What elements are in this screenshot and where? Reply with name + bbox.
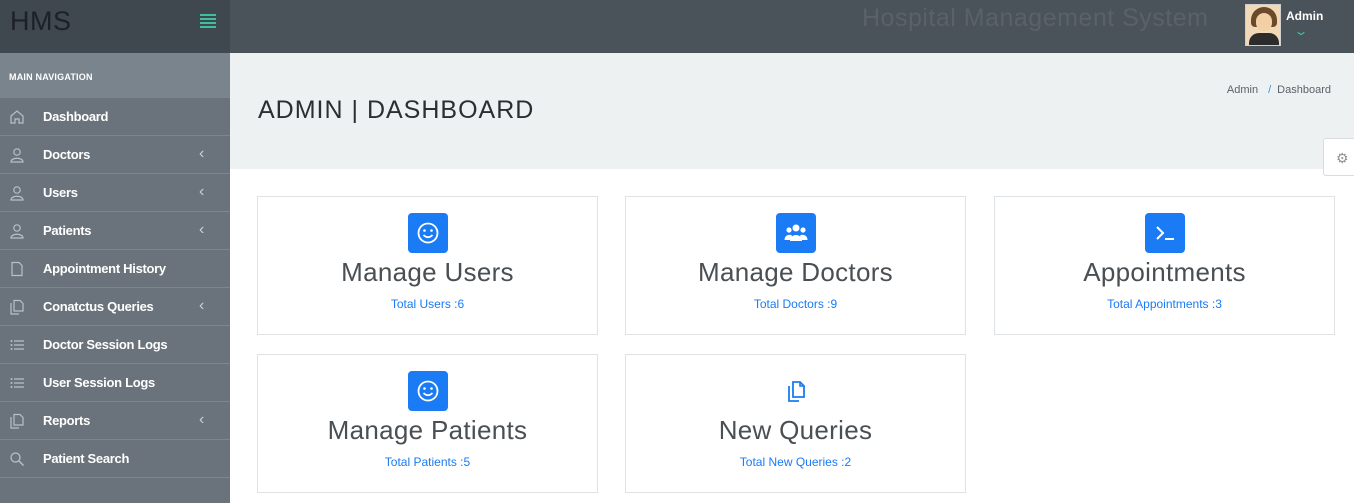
card-manage-users[interactable]: Manage Users Total Users :6 <box>257 196 598 335</box>
sidebar-item-label: User Session Logs <box>43 375 155 390</box>
sidebar-item-label: Dashboard <box>43 109 109 124</box>
card-title: Appointments <box>1083 257 1246 287</box>
sidebar-item-user-session-logs[interactable]: User Session Logs <box>0 364 230 402</box>
smile-icon <box>408 371 448 411</box>
page-title: ADMIN | DASHBOARD <box>258 96 535 124</box>
chevron-down-icon[interactable]: ⌄ <box>1293 24 1308 38</box>
card-appointments[interactable]: Appointments Total Appointments :3 <box>994 196 1335 335</box>
breadcrumb-item-admin[interactable]: Admin <box>1227 84 1258 96</box>
sidebar-item-label: Patient Search <box>43 451 130 466</box>
sidebar-item-doctors[interactable]: Doctors ‹ <box>0 136 230 174</box>
user-icon <box>9 223 25 239</box>
sidebar-item-label: Reports <box>43 413 91 428</box>
sidebar: MAIN NAVIGATION Dashboard Doctors ‹ User… <box>0 53 230 503</box>
brand-logo[interactable]: HMS <box>10 6 72 37</box>
card-title: Manage Patients <box>327 415 528 445</box>
card-title: Manage Users <box>341 257 514 287</box>
page-header: ADMIN | DASHBOARD Admin / Dashboard <box>230 53 1354 169</box>
users-icon <box>776 213 816 253</box>
sidebar-item-label: Users <box>43 185 78 200</box>
user-icon <box>9 147 25 163</box>
sidebar-item-label: Conatctus Queries <box>43 299 154 314</box>
list-icon <box>9 375 25 391</box>
chevron-left-icon: ‹ <box>199 221 205 238</box>
sidebar-item-appointment-history[interactable]: Appointment History <box>0 250 230 288</box>
gear-icon: ⚙ <box>1336 150 1349 166</box>
chevron-left-icon: ‹ <box>199 411 205 428</box>
sidebar-item-label: Appointment History <box>43 261 166 276</box>
card-link[interactable]: Total Appointments :3 <box>995 297 1334 311</box>
smile-icon <box>408 213 448 253</box>
chevron-left-icon: ‹ <box>199 297 205 314</box>
sidebar-item-dashboard[interactable]: Dashboard <box>0 98 230 136</box>
top-bar: HMS Hospital Management System Admin ⌄ <box>0 0 1354 53</box>
card-link[interactable]: Total New Queries :2 <box>626 455 965 469</box>
file-icon <box>9 261 25 277</box>
menu-toggle-icon[interactable] <box>200 14 216 30</box>
card-link[interactable]: Total Users :6 <box>258 297 597 311</box>
card-new-queries[interactable]: New Queries Total New Queries :2 <box>625 354 966 493</box>
sidebar-item-patients[interactable]: Patients ‹ <box>0 212 230 250</box>
list-icon <box>9 337 25 353</box>
files-icon <box>9 299 25 315</box>
breadcrumb-item-dashboard: Dashboard <box>1277 84 1331 96</box>
home-icon <box>9 109 25 125</box>
sidebar-item-label: Doctor Session Logs <box>43 337 168 352</box>
app-title: Hospital Management System <box>862 4 1209 32</box>
card-manage-patients[interactable]: Manage Patients Total Patients :5 <box>257 354 598 493</box>
files-icon <box>776 371 816 411</box>
sidebar-item-label: Doctors <box>43 147 91 162</box>
breadcrumb-separator: / <box>1268 84 1272 96</box>
user-icon <box>9 185 25 201</box>
sidebar-item-contactus-queries[interactable]: Conatctus Queries ‹ <box>0 288 230 326</box>
card-link[interactable]: Total Patients :5 <box>258 455 597 469</box>
chevron-left-icon: ‹ <box>199 183 205 200</box>
card-title: Manage Doctors <box>698 257 893 287</box>
search-icon <box>9 451 25 467</box>
card-title: New Queries <box>718 415 873 445</box>
settings-button[interactable]: ⚙ <box>1323 138 1354 176</box>
card-link[interactable]: Total Doctors :9 <box>626 297 965 311</box>
sidebar-item-users[interactable]: Users ‹ <box>0 174 230 212</box>
card-manage-doctors[interactable]: Manage Doctors Total Doctors :9 <box>625 196 966 335</box>
files-icon <box>9 413 25 429</box>
sidebar-item-doctor-session-logs[interactable]: Doctor Session Logs <box>0 326 230 364</box>
user-name[interactable]: Admin <box>1286 9 1323 23</box>
sidebar-item-patient-search[interactable]: Patient Search <box>0 440 230 478</box>
breadcrumb: Admin / Dashboard <box>1227 84 1331 96</box>
sidebar-item-label: Patients <box>43 223 92 238</box>
sidebar-heading: MAIN NAVIGATION <box>0 53 230 98</box>
chevron-left-icon: ‹ <box>199 145 205 162</box>
sidebar-item-reports[interactable]: Reports ‹ <box>0 402 230 440</box>
brand-area: HMS <box>0 0 230 53</box>
terminal-icon <box>1145 213 1185 253</box>
avatar[interactable] <box>1245 4 1281 46</box>
